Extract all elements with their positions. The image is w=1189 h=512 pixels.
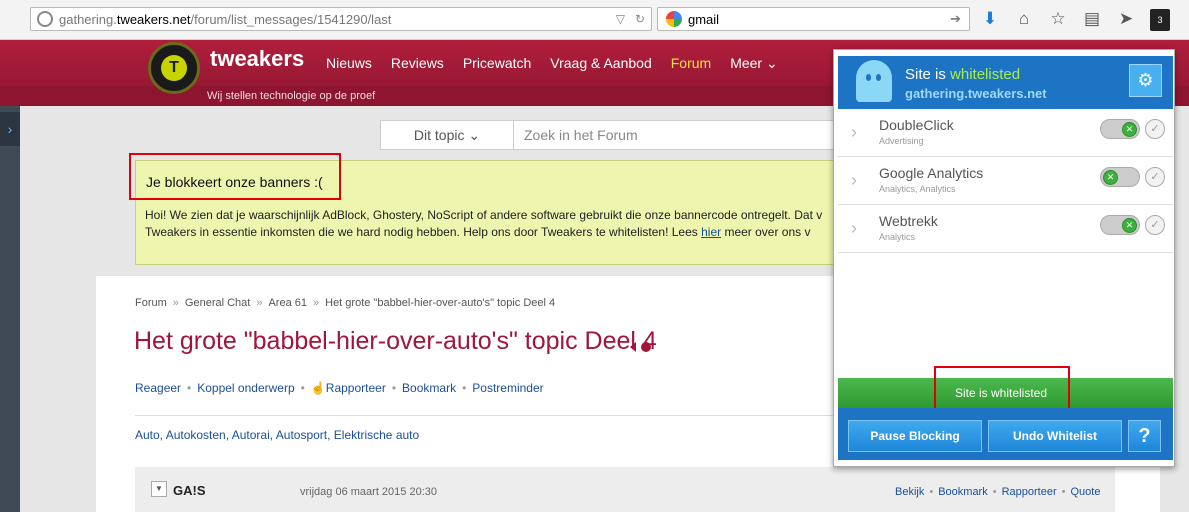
url-path: /forum/list_messages/1541290/last	[190, 11, 392, 27]
crumb-separator: »	[256, 297, 263, 309]
globe-icon	[37, 11, 53, 27]
post-date: vrijdag 06 maart 2015 20:30	[300, 486, 437, 498]
url-domain: tweakers.net	[116, 11, 191, 27]
nav-meer[interactable]: Meer ⌄	[730, 55, 778, 72]
forum-search-input[interactable]: Zoek in het Forum	[513, 120, 843, 150]
toggle-knob: ✕	[1122, 122, 1137, 137]
nav-nieuws[interactable]: Nieuws	[326, 55, 372, 72]
tracker-list-empty-space	[838, 253, 1173, 378]
toggle-knob: ✕	[1103, 170, 1118, 185]
quote-link[interactable]: Quote	[1071, 486, 1101, 498]
notice-body: Hoi! We zien dat je waarschijnlijk AdBlo…	[145, 207, 840, 241]
ghostery-count-badge: 3	[1150, 9, 1170, 31]
post-bookmark-link[interactable]: Bookmark	[938, 486, 988, 498]
bookmark-link[interactable]: Bookmark	[402, 381, 456, 395]
trust-check-icon[interactable]: ✓	[1145, 119, 1165, 139]
thread-actions: Reageer • Koppel onderwerp • ☝ Rapportee…	[135, 381, 544, 395]
chevron-right-icon[interactable]: ›	[851, 218, 857, 239]
download-icon[interactable]: ⬇	[980, 8, 1000, 30]
crumb-forum[interactable]: Forum	[135, 297, 167, 309]
browser-search-bar[interactable]: gmail ➔	[657, 7, 970, 31]
left-gutter	[0, 106, 20, 512]
crumb-separator: »	[313, 297, 320, 309]
koppel-onderwerp-link[interactable]: Koppel onderwerp	[197, 381, 294, 395]
site-status: Site is whitelisted	[905, 66, 1021, 83]
tracker-category: Advertising	[879, 136, 924, 146]
divider	[135, 415, 835, 416]
google-search-icon	[666, 11, 682, 27]
reading-list-icon[interactable]: ▤	[1082, 8, 1102, 30]
tracker-category: Analytics, Analytics	[879, 184, 956, 194]
tracker-row[interactable]: › DoubleClick Advertising ✕ ✓	[838, 109, 1173, 157]
post-links: Bekijk • Bookmark • Rapporteer • Quote	[895, 486, 1101, 498]
send-icon[interactable]: ➤	[1116, 8, 1136, 30]
hand-icon: ☝	[310, 381, 326, 395]
post-rapporteer-link[interactable]: Rapporteer	[1002, 486, 1057, 498]
ghostery-ghost-icon	[856, 60, 892, 102]
home-icon[interactable]: ⌂	[1014, 8, 1034, 30]
tracker-name: DoubleClick	[879, 117, 954, 133]
tweakers-logo[interactable]: T	[148, 42, 200, 94]
tracker-toggle[interactable]: ✕	[1100, 215, 1140, 235]
trust-check-icon[interactable]: ✓	[1145, 215, 1165, 235]
notice-link-hier[interactable]: hier	[701, 225, 721, 239]
search-go-icon[interactable]: ➔	[950, 11, 969, 27]
nav-reviews[interactable]: Reviews	[391, 55, 444, 72]
tracker-row[interactable]: › Webtrekk Analytics ✕ ✓	[838, 205, 1173, 253]
bekijk-link[interactable]: Bekijk	[895, 486, 924, 498]
thread-title: Het grote "babbel-hier-over-auto's" topi…	[134, 327, 657, 355]
tracker-name: Webtrekk	[879, 213, 938, 229]
url-prefix: gathering.	[59, 11, 117, 27]
highlight-box	[129, 153, 341, 200]
gear-icon[interactable]: ⚙	[1129, 64, 1162, 97]
tracker-toggle[interactable]: ✕	[1100, 119, 1140, 139]
notice-line-1: Hoi! We zien dat je waarschijnlijk AdBlo…	[145, 208, 823, 222]
tagline: Wij stellen technologie op de proef	[207, 90, 376, 102]
postreminder-link[interactable]: Postreminder	[472, 381, 543, 395]
undo-whitelist-button[interactable]: Undo Whitelist	[988, 420, 1122, 452]
dropdown-arrow-icon[interactable]: ▽	[616, 12, 625, 26]
reageer-link[interactable]: Reageer	[135, 381, 181, 395]
url-bar[interactable]: gathering. tweakers.net/forum/list_messag…	[30, 7, 652, 31]
tracker-row[interactable]: › Google Analytics Analytics, Analytics …	[838, 157, 1173, 205]
ghostery-toolbar-icon[interactable]: ●3	[1150, 9, 1170, 31]
rapporteer-link[interactable]: Rapporteer	[326, 381, 386, 395]
chevron-right-icon[interactable]: ›	[851, 170, 857, 191]
trust-check-icon[interactable]: ✓	[1145, 167, 1165, 187]
tracker-toggle[interactable]: ✕	[1100, 167, 1140, 187]
breadcrumb: Forum » General Chat » Area 61 » Het gro…	[135, 297, 555, 309]
tracker-category: Analytics	[879, 232, 916, 242]
topic-tags[interactable]: Auto, Autokosten, Autorai, Autosport, El…	[135, 428, 419, 442]
post-collapse-icon[interactable]: ▼	[151, 481, 167, 497]
toggle-knob: ✕	[1122, 218, 1137, 233]
logo-text[interactable]: tweakers	[210, 46, 304, 72]
notice-line-2: Tweakers in essentie inkomsten die we ha…	[145, 225, 811, 239]
help-button[interactable]: ?	[1128, 420, 1161, 452]
crumb-separator: »	[172, 297, 179, 309]
browser-search-value: gmail	[688, 11, 720, 27]
expand-sidebar-icon[interactable]: ›	[0, 112, 20, 146]
crumb-general-chat[interactable]: General Chat	[185, 297, 250, 309]
chevron-right-icon[interactable]: ›	[851, 122, 857, 143]
reload-icon[interactable]: ↻	[635, 12, 645, 26]
bookmark-star-icon[interactable]: ☆	[1048, 8, 1068, 30]
topic-scope-select[interactable]: Dit topic ⌄	[380, 120, 514, 150]
main-nav: Nieuws Reviews Pricewatch Vraag & Aanbod…	[326, 55, 797, 72]
pause-blocking-button[interactable]: Pause Blocking	[848, 420, 982, 452]
post-author[interactable]: GA!S	[173, 483, 206, 498]
nav-pricewatch[interactable]: Pricewatch	[463, 55, 531, 72]
nav-forum[interactable]: Forum	[671, 55, 711, 72]
nav-vraag-aanbod[interactable]: Vraag & Aanbod	[550, 55, 651, 72]
crumb-topic[interactable]: Het grote "babbel-hier-over-auto's" topi…	[325, 297, 555, 309]
crumb-area-61[interactable]: Area 61	[268, 297, 307, 309]
topic-status-icon	[630, 342, 651, 352]
tracker-name: Google Analytics	[879, 165, 984, 181]
site-domain: gathering.tweakers.net	[905, 86, 1047, 101]
